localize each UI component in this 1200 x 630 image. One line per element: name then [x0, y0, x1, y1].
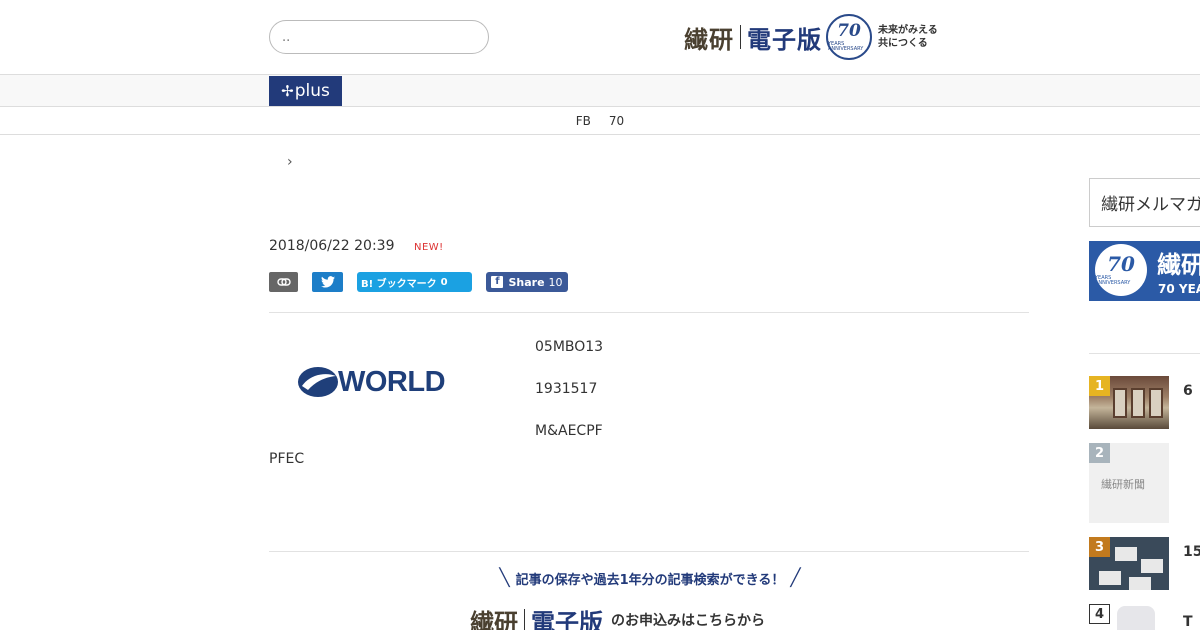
- banner-seal-text: YEARS ANNIVERSARY: [1095, 275, 1131, 286]
- facebook-count: 10: [548, 275, 563, 289]
- promo-headline[interactable]: ╲ 記事の保存や過去1年分の記事検索ができる！ ╱: [484, 566, 816, 590]
- article-paragraph: 05MBO13: [535, 339, 604, 355]
- sub-nav: FB 70: [0, 107, 1200, 135]
- anniversary-seal-icon: 70 YEARS ANNIVERSARY: [826, 14, 872, 60]
- world-mark-icon: [298, 367, 338, 397]
- promo-tail-text: のお申込みはこちらから: [611, 613, 765, 629]
- promo-signup-link[interactable]: 繊研 電子版 のお申込みはこちらから: [470, 604, 840, 630]
- search-input[interactable]: [269, 20, 489, 54]
- world-logo-text: WORLD: [338, 365, 446, 398]
- ranking-thumbnail[interactable]: 2 繊研新聞: [1089, 443, 1169, 523]
- hatena-bookmark-button[interactable]: B! ブックマーク 0: [357, 272, 472, 292]
- main-nav: ✢ plus: [0, 75, 1200, 107]
- site-header: 繊研 電子版 70 YEARS ANNIVERSARY 未来がみえる 共につくる: [0, 0, 1200, 75]
- banner-seal-icon: 70 YEARS ANNIVERSARY: [1095, 244, 1147, 296]
- rank-badge: 3: [1089, 537, 1110, 557]
- site-logo[interactable]: 繊研 電子版 70 YEARS ANNIVERSARY 未来がみえる 共につくる: [684, 12, 974, 62]
- logo-tagline: 未来がみえる 共につくる: [878, 24, 938, 50]
- seal-number: 70: [837, 20, 861, 41]
- divider: [269, 551, 1029, 552]
- logo-brand: 繊研: [684, 24, 734, 54]
- new-badge: NEW!: [414, 242, 444, 253]
- ranking-thumbnail[interactable]: 1: [1089, 376, 1169, 429]
- ranking-thumbnail[interactable]: 4: [1089, 604, 1169, 630]
- logo-edition: 電子版: [747, 25, 822, 54]
- tab-plus-label: plus: [294, 81, 330, 101]
- article-paragraph: 1931517: [535, 381, 598, 397]
- hatena-label: B! ブックマーク: [361, 278, 437, 290]
- rank-badge: 2: [1089, 443, 1110, 463]
- facebook-share-button[interactable]: f Share 10: [486, 272, 568, 292]
- thumb-shirt: [1117, 606, 1155, 630]
- hatena-count: 0: [440, 276, 448, 288]
- promo-divider: [524, 609, 525, 630]
- article-date: 2018/06/22 20:39: [269, 238, 395, 254]
- link-icon: [276, 278, 291, 286]
- divider: [269, 312, 1029, 313]
- facebook-label: Share: [508, 275, 545, 289]
- subnav-item-70[interactable]: 70: [609, 114, 624, 128]
- sidebar-divider: [1089, 353, 1200, 354]
- logo-divider: [740, 25, 741, 49]
- breadcrumb: ›: [287, 154, 293, 170]
- ranking-title[interactable]: 15: [1183, 544, 1200, 560]
- promo-headline-text: 記事の保存や過去1年分の記事検索ができる！: [515, 572, 785, 588]
- thumb-placeholder-text: 繊研新聞: [1101, 478, 1145, 491]
- thumb-window: [1131, 388, 1145, 418]
- mailmag-link[interactable]: 繊研メルマガ: [1089, 178, 1200, 227]
- banner-seal-number: 70: [1107, 252, 1135, 276]
- tab-plus[interactable]: ✢ plus: [269, 76, 342, 106]
- thumb-window: [1149, 388, 1163, 418]
- promo-right-accent-icon: ╱: [790, 568, 801, 588]
- article-paragraph: M&AECPF: [535, 423, 603, 439]
- banner-title: 繊研: [1157, 250, 1200, 279]
- thumb-desk: [1129, 577, 1151, 590]
- promo-edition: 電子版: [531, 608, 603, 630]
- ranking-thumbnail[interactable]: 3: [1089, 537, 1169, 590]
- rank-badge: 4: [1089, 604, 1110, 624]
- rank-badge: 1: [1089, 376, 1110, 396]
- breadcrumb-separator: ›: [287, 154, 293, 170]
- thumb-desk: [1099, 571, 1121, 585]
- thumb-window: [1113, 388, 1127, 418]
- twitter-icon: [320, 276, 335, 288]
- sparkle-icon: ✢: [281, 82, 294, 100]
- article-paragraph: PFEC: [269, 451, 305, 467]
- promo-left-accent-icon: ╲: [499, 568, 510, 588]
- anniversary-banner[interactable]: 70 YEARS ANNIVERSARY 繊研 70 YEARS: [1089, 241, 1200, 301]
- tagline-line-1: 未来がみえる: [878, 25, 938, 36]
- tagline-line-2: 共につくる: [878, 38, 928, 49]
- banner-subtitle: 70 YEARS: [1158, 282, 1200, 296]
- subnav-item-fb[interactable]: FB: [576, 114, 591, 128]
- thumb-desk: [1141, 559, 1163, 573]
- world-logo-image: WORLD: [296, 364, 478, 400]
- copy-link-button[interactable]: [269, 272, 298, 292]
- promo-brand: 繊研: [470, 607, 518, 630]
- facebook-icon: f: [491, 276, 504, 288]
- twitter-share-button[interactable]: [312, 272, 343, 292]
- thumb-desk: [1115, 547, 1137, 561]
- seal-text: YEARS ANNIVERSARY: [828, 40, 864, 52]
- ranking-title[interactable]: 6: [1183, 383, 1193, 399]
- ranking-title[interactable]: T: [1183, 614, 1193, 630]
